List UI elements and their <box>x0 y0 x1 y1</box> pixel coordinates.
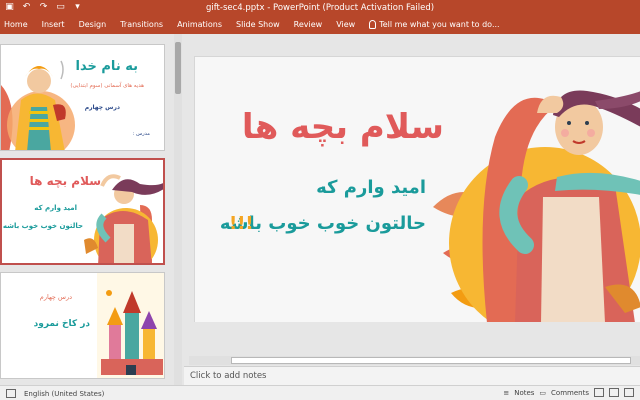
status-left: English (United States) <box>6 389 104 398</box>
thumbnail-scrollbar[interactable] <box>174 34 182 385</box>
slide-title[interactable]: سلام بچه ها <box>242 107 444 147</box>
ribbon: Home Insert Design Transitions Animation… <box>0 17 640 34</box>
tab-view[interactable]: View <box>336 20 355 29</box>
tell-me-box[interactable]: Tell me what you want to do... <box>369 20 500 29</box>
thumbnail-3-title: در کاخ نمرود <box>33 319 90 329</box>
slide-thumbnail-pane: به نام خدا هدیه های آسمانی (سوم ابتدایی)… <box>0 34 182 385</box>
slide-line1[interactable]: امید وارم که <box>316 177 426 198</box>
spelling-check-icon[interactable] <box>6 389 16 398</box>
notes-placeholder: Click to add notes <box>190 371 267 381</box>
tab-insert[interactable]: Insert <box>42 20 65 29</box>
tab-home[interactable]: Home <box>4 20 28 29</box>
lightbulb-icon <box>369 20 377 29</box>
slide-thumbnail-3[interactable]: درس چهارم در کاخ نمرود <box>0 272 165 379</box>
thumbnail-1-lesson: درس چهارم <box>84 104 120 111</box>
tab-animations[interactable]: Animations <box>177 20 222 29</box>
comments-toggle[interactable]: Comments <box>551 389 589 397</box>
window-title: gift-sec4.pptx - PowerPoint (Product Act… <box>205 3 435 13</box>
current-slide[interactable]: سلام بچه ها امید وارم که حالتون خوب خوب … <box>194 56 640 322</box>
thumbnail-3-lesson: درس چهارم <box>39 293 72 301</box>
tab-slide-show[interactable]: Slide Show <box>236 20 280 29</box>
slide-sorter-icon[interactable] <box>609 388 619 397</box>
normal-view-icon[interactable] <box>594 388 604 397</box>
horizontal-scrollbar[interactable] <box>189 356 640 365</box>
thumbnail-scrollbar-thumb[interactable] <box>175 42 181 94</box>
title-bar: ▣ ↶ ↷ ▭ ▾ gift-sec4.pptx - PowerPoint (P… <box>0 0 640 17</box>
thumbnail-1-subtitle: هدیه های آسمانی (سوم ابتدایی) <box>70 83 144 89</box>
tab-transitions[interactable]: Transitions <box>120 20 163 29</box>
notes-toggle[interactable]: Notes <box>514 389 534 397</box>
thumbnail-2-line2: حالتون خوب خوب باشه !!! <box>0 222 83 230</box>
thumbnail-2-line1: امید وارم که <box>34 204 77 212</box>
thumbnail-1-title: به نام خدا <box>75 59 138 74</box>
slide-thumbnail-1[interactable]: به نام خدا هدیه های آسمانی (سوم ابتدایی)… <box>0 44 165 151</box>
tell-me-label: Tell me what you want to do... <box>379 20 500 29</box>
comments-icon[interactable]: ▭ <box>539 389 546 397</box>
language-indicator[interactable]: English (United States) <box>24 390 104 398</box>
slide-thumbnail-2[interactable]: سلام بچه ها امید وارم که حالتون خوب خوب … <box>0 158 165 265</box>
ribbon-tabs: Home Insert Design Transitions Animation… <box>4 20 514 29</box>
thumbnail-2-title: سلام بچه ها <box>29 174 101 188</box>
notes-pane[interactable]: Click to add notes <box>184 366 640 385</box>
thumbnail-1-teacher: مدرس : <box>132 131 150 137</box>
slide-editing-area: سلام بچه ها امید وارم که حالتون خوب خوب … <box>184 34 640 366</box>
tab-review[interactable]: Review <box>294 20 323 29</box>
slide-exclaim[interactable]: !!! <box>229 213 254 234</box>
reading-view-icon[interactable] <box>624 388 634 397</box>
horizontal-scrollbar-thumb[interactable] <box>231 357 631 364</box>
notes-toggle-icon[interactable]: ≡ <box>503 389 509 397</box>
status-right: ≡ Notes ▭ Comments <box>503 388 634 397</box>
tab-design[interactable]: Design <box>79 20 107 29</box>
status-bar: English (United States) ≡ Notes ▭ Commen… <box>0 385 640 400</box>
